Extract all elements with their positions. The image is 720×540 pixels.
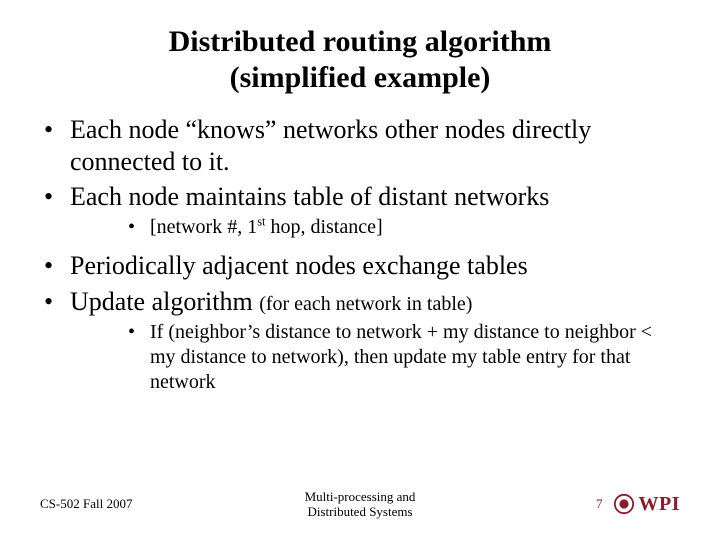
footer-center-line2: Distributed Systems xyxy=(307,504,412,519)
footer-center: Multi-processing and Distributed Systems xyxy=(240,489,480,520)
bullet-text: Each node “knows” networks other nodes d… xyxy=(70,115,591,176)
bullet-item: Each node “knows” networks other nodes d… xyxy=(40,114,680,177)
footer-center-line1: Multi-processing and xyxy=(305,489,416,504)
bullet-text: Periodically adjacent nodes exchange tab… xyxy=(70,251,528,280)
title-line-2: (simplified example) xyxy=(230,61,491,94)
bullet-list: Each node “knows” networks other nodes d… xyxy=(40,114,680,395)
slide-title: Distributed routing algorithm (simplifie… xyxy=(40,24,680,96)
slide-footer: CS-502 Fall 2007 Multi-processing and Di… xyxy=(40,489,680,520)
footer-left: CS-502 Fall 2007 xyxy=(40,496,240,512)
wpi-logo: WPI xyxy=(613,493,681,516)
sub-bullet-list: If (neighbor’s distance to network + my … xyxy=(70,320,680,395)
sub-bullet-list: [network #, 1st hop, distance] xyxy=(70,215,680,240)
bullet-item: Periodically adjacent nodes exchange tab… xyxy=(40,250,680,282)
slide: Distributed routing algorithm (simplifie… xyxy=(0,0,720,540)
seal-icon xyxy=(613,493,635,515)
bullet-item: Update algorithm (for each network in ta… xyxy=(40,286,680,395)
wpi-text: WPI xyxy=(639,493,681,516)
sub-bullet-item: [network #, 1st hop, distance] xyxy=(70,215,680,240)
page-number: 7 xyxy=(596,496,603,512)
bullet-text: Update algorithm (for each network in ta… xyxy=(70,287,472,316)
sub-bullet-item: If (neighbor’s distance to network + my … xyxy=(70,320,680,395)
title-line-1: Distributed routing algorithm xyxy=(169,25,552,58)
sub-bullet-text: If (neighbor’s distance to network + my … xyxy=(150,321,652,393)
footer-right: 7 WPI xyxy=(480,493,680,516)
sub-bullet-text: [network #, 1st hop, distance] xyxy=(150,216,383,238)
bullet-item: Each node maintains table of distant net… xyxy=(40,181,680,240)
bullet-text: Each node maintains table of distant net… xyxy=(70,182,549,211)
